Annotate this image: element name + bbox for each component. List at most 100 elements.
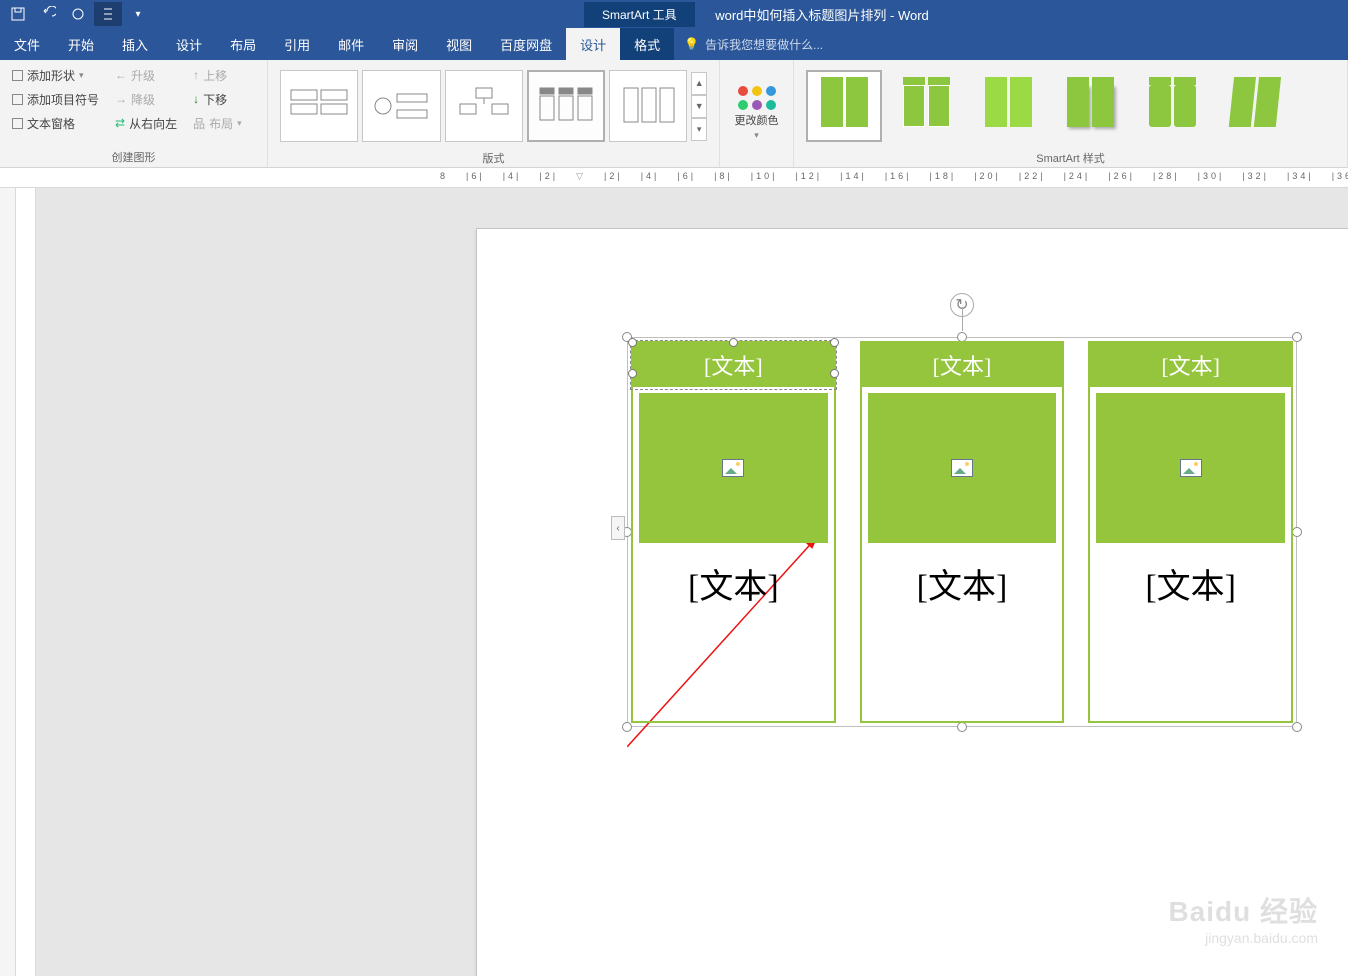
tab-layout[interactable]: 布局 [216, 28, 270, 60]
add-shape-button[interactable]: 添加形状▾ [8, 64, 103, 86]
undo-icon [40, 6, 56, 22]
resize-handle-tr[interactable] [1292, 332, 1302, 342]
smartart-card-3[interactable]: [文本] [文本] [1088, 341, 1293, 723]
card-text-2[interactable]: [文本] [862, 549, 1063, 618]
group-label-create: 创建图形 [8, 147, 259, 165]
redo-button[interactable] [64, 2, 92, 26]
smartart-card-1[interactable]: [文本] [文本] [631, 341, 836, 723]
undo-button[interactable] [34, 2, 62, 26]
redo-icon [70, 6, 86, 22]
text-pane-toggle[interactable]: ‹ [611, 516, 625, 540]
layout-dropdown-button[interactable]: 品布局▾ [189, 112, 246, 134]
smartart-card-2[interactable]: [文本] [文本] [860, 341, 1065, 723]
layout-option-2[interactable] [362, 70, 440, 142]
layout1-icon [289, 86, 349, 126]
card-text-3[interactable]: [文本] [1090, 549, 1291, 618]
tab-mailings[interactable]: 邮件 [324, 28, 378, 60]
shape-handle[interactable] [830, 338, 839, 347]
layout5-icon [618, 84, 678, 128]
style-option-4[interactable] [1052, 70, 1128, 142]
card-title-2[interactable]: [文本] [862, 343, 1063, 387]
navigation-strip[interactable] [0, 188, 16, 976]
workspace: ↻ ‹ [文本] [0, 188, 1348, 976]
layout4-icon [536, 84, 596, 128]
resize-handle-bl[interactable] [622, 722, 632, 732]
shape-handle[interactable] [830, 369, 839, 378]
demote-button[interactable]: →降级 [111, 88, 181, 110]
layout-option-4-selected[interactable] [527, 70, 605, 142]
smartart-cards: [文本] [文本] [文本] [文本] [627, 337, 1297, 727]
tab-file[interactable]: 文件 [0, 28, 54, 60]
tab-smartart-design[interactable]: 设计 [566, 28, 620, 60]
tab-smartart-format[interactable]: 格式 [620, 28, 674, 60]
group-label-styles: SmartArt 样式 [802, 148, 1339, 166]
vertical-ruler[interactable] [16, 188, 36, 976]
ruler-ticks: 8|6||4||2|▽|2||4||6||8||10||12||14||16||… [440, 171, 1348, 182]
text-pane-button[interactable]: 文本窗格 [8, 112, 103, 134]
layouts-more-button[interactable]: ▾ [691, 118, 707, 141]
watermark: Baidu 经验 jingyan.baidu.com [1168, 890, 1318, 946]
color-dots-icon [738, 86, 776, 110]
picture-placeholder-icon [951, 459, 973, 477]
layout-option-1[interactable] [280, 70, 358, 142]
spacing-icon [100, 6, 116, 22]
layouts-up-button[interactable]: ▲ [691, 72, 707, 95]
group-create-graphic: 添加形状▾ 添加项目符号 文本窗格 ←升级 →降级 ⇄从右向左 ↑上移 ↓下移 … [0, 60, 268, 167]
tab-review[interactable]: 审阅 [378, 28, 432, 60]
shape-handle[interactable] [628, 338, 637, 347]
layouts-down-button[interactable]: ▼ [691, 95, 707, 118]
tab-references[interactable]: 引用 [270, 28, 324, 60]
qat-customize-button[interactable]: ▾ [124, 2, 152, 26]
tell-me-placeholder: 告诉我您想要做什么... [705, 36, 823, 53]
title-bar: ▾ SmartArt 工具 word中如何插入标题图片排列 - Word [0, 0, 1348, 28]
style-option-5[interactable] [1134, 70, 1210, 142]
tab-design[interactable]: 设计 [162, 28, 216, 60]
document-canvas[interactable]: ↻ ‹ [文本] [36, 188, 1348, 976]
watermark-url: jingyan.baidu.com [1168, 930, 1318, 946]
lightbulb-icon: 💡 [684, 37, 699, 51]
card-image-1[interactable] [639, 393, 828, 543]
arrow-left-icon: ← [115, 68, 127, 82]
card-text-1[interactable]: [文本] [633, 549, 834, 618]
tab-home[interactable]: 开始 [54, 28, 108, 60]
horizontal-ruler[interactable]: 8|6||4||2|▽|2||4||6||8||10||12||14||16||… [0, 168, 1348, 188]
checkbox-icon [12, 94, 23, 105]
ribbon: 添加形状▾ 添加项目符号 文本窗格 ←升级 →降级 ⇄从右向左 ↑上移 ↓下移 … [0, 60, 1348, 168]
card-title-1[interactable]: [文本] [633, 343, 834, 387]
touch-mode-button[interactable] [94, 2, 122, 26]
chevron-down-icon: ▾ [754, 130, 759, 141]
layout-option-5[interactable] [609, 70, 687, 142]
group-label-layouts: 版式 [276, 148, 711, 166]
rtl-button[interactable]: ⇄从右向左 [111, 112, 181, 134]
resize-handle-mr[interactable] [1292, 527, 1302, 537]
promote-button[interactable]: ←升级 [111, 64, 181, 86]
style-option-1-selected[interactable] [806, 70, 882, 142]
change-colors-button[interactable]: 更改颜色 ▾ [728, 64, 785, 163]
save-button[interactable] [4, 2, 32, 26]
contextual-tool-label: SmartArt 工具 [584, 2, 695, 27]
tab-view[interactable]: 视图 [432, 28, 486, 60]
tab-baidu-netdisk[interactable]: 百度网盘 [486, 28, 566, 60]
layout-icon: 品 [193, 115, 205, 132]
style-option-6[interactable] [1216, 70, 1292, 142]
rtl-icon: ⇄ [115, 116, 125, 130]
move-up-button[interactable]: ↑上移 [189, 64, 246, 86]
resize-handle-bm[interactable] [957, 722, 967, 732]
tell-me-search[interactable]: 💡 告诉我您想要做什么... [674, 28, 1348, 60]
card-image-2[interactable] [868, 393, 1057, 543]
layout3-icon [454, 86, 514, 126]
group-styles: SmartArt 样式 [794, 60, 1348, 167]
smartart-object[interactable]: ↻ ‹ [文本] [627, 337, 1297, 727]
tab-insert[interactable]: 插入 [108, 28, 162, 60]
add-bullet-button[interactable]: 添加项目符号 [8, 88, 103, 110]
card-title-3[interactable]: [文本] [1090, 343, 1291, 387]
document-title: word中如何插入标题图片排列 - Word [715, 5, 929, 24]
resize-handle-br[interactable] [1292, 722, 1302, 732]
style-option-2[interactable] [888, 70, 964, 142]
style-option-3[interactable] [970, 70, 1046, 142]
checkbox-icon [12, 118, 23, 129]
layout-option-3[interactable] [445, 70, 523, 142]
card-image-3[interactable] [1096, 393, 1285, 543]
move-down-button[interactable]: ↓下移 [189, 88, 246, 110]
shape-handle[interactable] [628, 369, 637, 378]
